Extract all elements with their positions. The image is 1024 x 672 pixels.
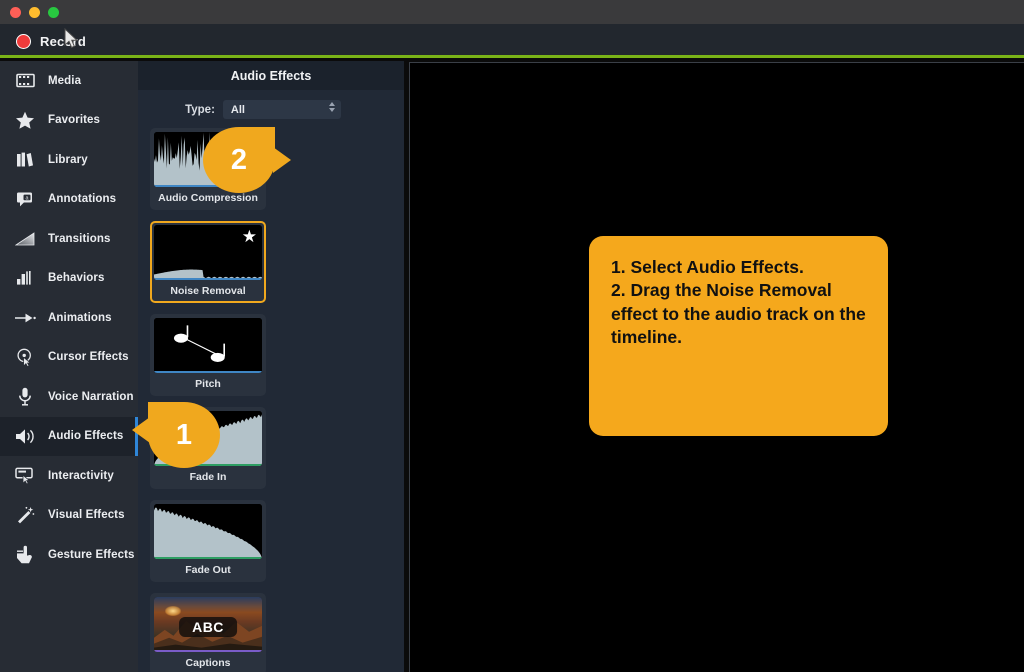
type-filter-value: All xyxy=(231,104,245,116)
effect-thumbnail: ★ xyxy=(154,225,262,280)
step-badge-2: 2 xyxy=(203,127,275,193)
microphone-icon xyxy=(14,387,36,407)
sidebar-item-label: Favorites xyxy=(48,114,100,126)
panel-header: Audio Effects xyxy=(138,61,404,90)
sidebar-item-label: Interactivity xyxy=(48,470,114,482)
speaker-icon xyxy=(14,426,36,446)
effect-tile-label: Noise Removal xyxy=(154,280,262,299)
sidebar-item-visual-effects[interactable]: Visual Effects xyxy=(0,496,138,536)
hand-tap-icon xyxy=(14,545,36,565)
sidebar-item-audio-effects[interactable]: Audio Effects xyxy=(0,417,138,457)
effect-tile-fade-out[interactable]: Fade Out xyxy=(150,500,266,582)
sidebar-item-behaviors[interactable]: Behaviors xyxy=(0,259,138,299)
maximize-button[interactable] xyxy=(48,7,59,18)
sidebar-item-animations[interactable]: Animations xyxy=(0,298,138,338)
bars-icon xyxy=(14,268,36,288)
sidebar-item-library[interactable]: Library xyxy=(0,140,138,180)
sidebar-item-interactivity[interactable]: Interactivity xyxy=(0,456,138,496)
app-window: Record Media Favorites Library a Annotations… xyxy=(0,0,1024,672)
step-badge-2-number: 2 xyxy=(203,127,275,193)
sidebar-item-label: Animations xyxy=(48,312,112,324)
gradient-icon xyxy=(14,229,36,249)
instruction-callout: 1. Select Audio Effects. 2. Drag the Noi… xyxy=(589,236,888,436)
effect-tile-label: Fade Out xyxy=(154,559,262,578)
captions-overlay-text: ABC xyxy=(179,617,237,637)
sidebar-item-cursor-effects[interactable]: Cursor Effects xyxy=(0,338,138,378)
effect-thumbnail: ABC xyxy=(154,597,262,652)
effect-accent-bar xyxy=(154,278,262,280)
magic-wand-icon xyxy=(14,505,36,525)
type-filter-select[interactable]: All xyxy=(223,100,341,119)
effect-thumbnail xyxy=(154,504,262,559)
record-dot-icon xyxy=(16,34,31,49)
arrow-icon xyxy=(14,308,36,328)
effect-tile-noise-removal[interactable]: ★ Noise Removal xyxy=(150,221,266,303)
mouse-cursor-icon xyxy=(64,28,80,50)
effect-tile-label: Fade In xyxy=(154,466,262,485)
stepper-arrows-icon[interactable] xyxy=(329,102,335,112)
sidebar-item-label: Media xyxy=(48,75,81,87)
effect-tile-captions[interactable]: ABC Captions xyxy=(150,593,266,672)
sidebar-item-media[interactable]: Media xyxy=(0,61,138,101)
step-badge-1: 1 xyxy=(148,402,220,468)
film-strip-icon xyxy=(14,71,36,91)
panel-title: Audio Effects xyxy=(231,69,312,83)
step-badge-2-pointer xyxy=(273,147,291,173)
type-filter-label: Type: xyxy=(185,104,215,116)
sidebar-item-label: Cursor Effects xyxy=(48,351,129,363)
traffic-lights xyxy=(10,7,59,18)
sidebar-item-transitions[interactable]: Transitions xyxy=(0,219,138,259)
sidebar-item-favorites[interactable]: Favorites xyxy=(0,101,138,141)
cursor-ring-icon xyxy=(14,347,36,367)
sidebar-item-label: Visual Effects xyxy=(48,509,125,521)
star-icon xyxy=(14,110,36,130)
sidebar-item-gesture-effects[interactable]: Gesture Effects xyxy=(0,535,138,575)
callout-icon: a xyxy=(14,189,36,209)
effect-tile-label: Captions xyxy=(154,652,262,671)
sidebar-item-voice-narration[interactable]: Voice Narration xyxy=(0,377,138,417)
close-button[interactable] xyxy=(10,7,21,18)
sidebar-item-annotations[interactable]: a Annotations xyxy=(0,180,138,220)
sidebar-item-label: Audio Effects xyxy=(48,430,123,442)
sidebar-item-label: Annotations xyxy=(48,193,116,205)
sidebar-item-label: Behaviors xyxy=(48,272,105,284)
effect-accent-bar xyxy=(154,557,262,559)
type-filter-row: Type: All xyxy=(138,100,404,119)
favorite-star-icon[interactable]: ★ xyxy=(242,228,257,245)
toolbar: Record xyxy=(0,24,1024,58)
svg-text:a: a xyxy=(25,196,28,202)
effects-grid: Audio Compression ★ Noise Removal Pitch xyxy=(138,128,404,672)
effect-thumbnail xyxy=(154,318,262,373)
sidebar-item-label: Voice Narration xyxy=(48,391,134,403)
minimize-button[interactable] xyxy=(29,7,40,18)
screen-click-icon xyxy=(14,466,36,486)
sidebar: Media Favorites Library a Annotations Transit… xyxy=(0,61,138,672)
sidebar-item-label: Gesture Effects xyxy=(48,549,135,561)
sidebar-item-label: Transitions xyxy=(48,233,110,245)
effect-accent-bar xyxy=(154,650,262,652)
effect-accent-bar xyxy=(154,371,262,373)
title-bar xyxy=(0,0,1024,24)
effect-tile-pitch[interactable]: Pitch xyxy=(150,314,266,396)
books-icon xyxy=(14,150,36,170)
effect-tile-label: Pitch xyxy=(154,373,262,392)
instruction-callout-text: 1. Select Audio Effects. 2. Drag the Noi… xyxy=(611,256,866,349)
step-badge-1-number: 1 xyxy=(148,402,220,468)
sidebar-item-label: Library xyxy=(48,154,88,166)
